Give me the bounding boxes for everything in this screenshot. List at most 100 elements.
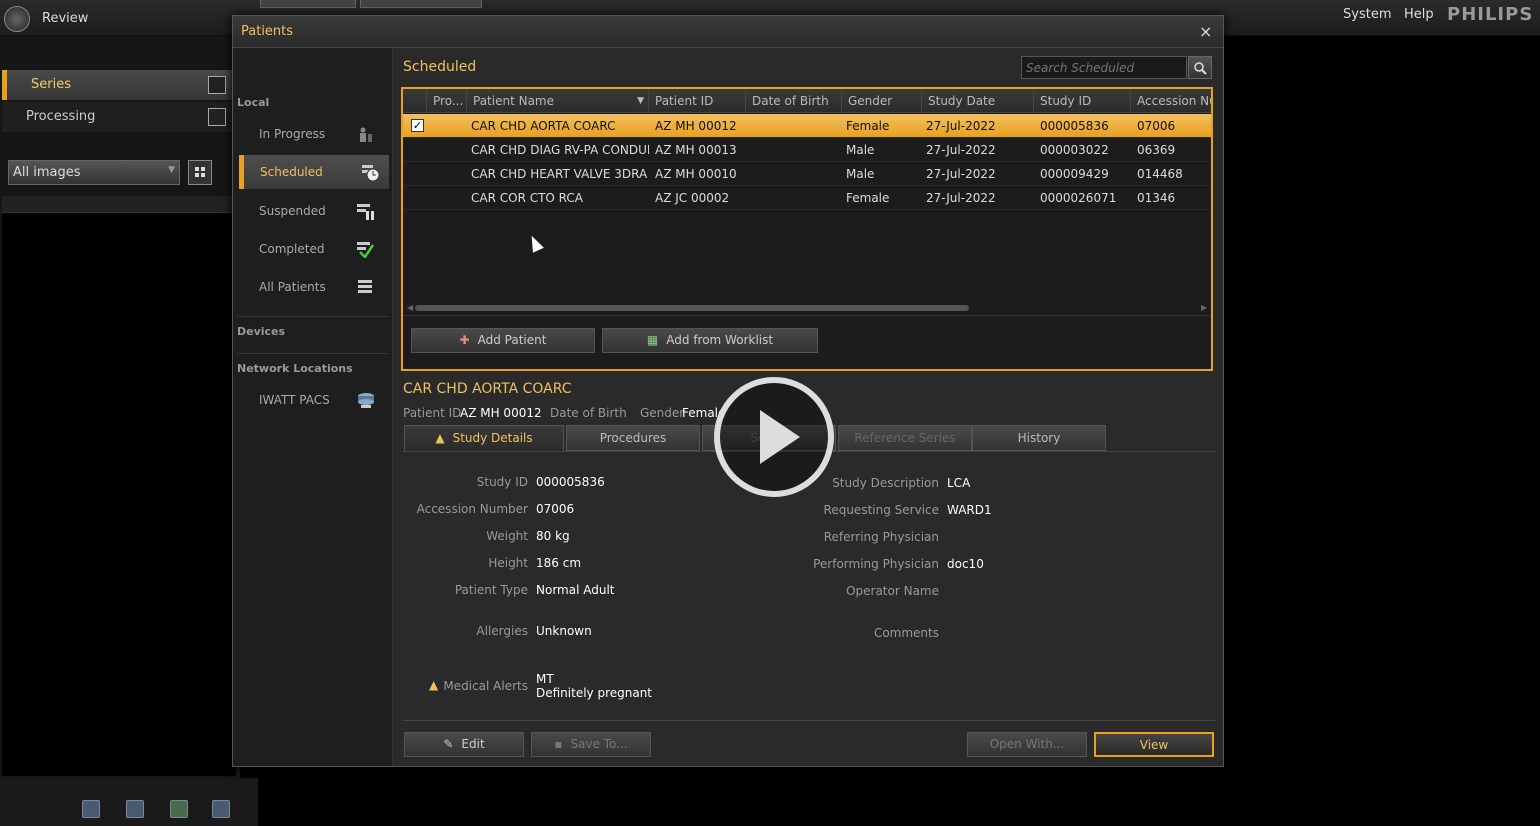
divider [237, 316, 389, 317]
add-worklist-label: Add from Worklist [666, 333, 774, 347]
nav-network-header: Network Locations [237, 362, 353, 375]
scroll-left-icon[interactable]: ◀ [407, 303, 413, 312]
column-header[interactable]: Date of Birth [746, 89, 842, 113]
open-with-button[interactable]: Open With... [967, 732, 1087, 757]
patient-id-label: Patient ID [403, 406, 462, 420]
edit-label: Edit [461, 737, 485, 751]
column-header[interactable]: Patient ID [649, 89, 746, 113]
row-checkbox[interactable]: ✓ [411, 119, 424, 132]
field-label: Study ID [476, 475, 528, 489]
column-header[interactable]: Accession Nu [1131, 89, 1211, 113]
tab-study-details[interactable]: ▲ Study Details [404, 425, 564, 451]
completed-check-icon [357, 242, 374, 258]
nav-local-header: Local [237, 96, 270, 109]
scroll-right-icon[interactable]: ▶ [1201, 303, 1207, 312]
cell-patient-name: CAR CHD DIAG RV-PA CONDUIT [471, 143, 649, 157]
worklist-icon: ▦ [646, 333, 659, 347]
grid-view-icon[interactable] [188, 160, 212, 185]
print-icon[interactable] [170, 800, 188, 818]
cell-study-date: 27-Jul-2022 [926, 119, 996, 133]
field-label: Patient Type [454, 583, 528, 597]
cell-patient-id: AZ JC 00002 [655, 191, 730, 205]
save-to-button[interactable]: ▪ Save To... [531, 732, 651, 757]
field-value: 186 cm [536, 556, 582, 570]
list-icon [358, 280, 372, 293]
nav-item-suspended[interactable]: Suspended [239, 194, 389, 228]
export-icon[interactable] [212, 800, 230, 818]
processing-icon [208, 108, 226, 126]
cell-study-date: 27-Jul-2022 [926, 191, 996, 205]
nav-item-all-patients[interactable]: All Patients [239, 270, 389, 304]
gender-label: Gender [640, 406, 685, 420]
document-icon[interactable] [126, 800, 144, 818]
column-header[interactable]: Pro... [427, 89, 467, 113]
help-menu[interactable]: Help [1404, 7, 1434, 22]
edit-button[interactable]: ✎ Edit [404, 732, 524, 757]
section-title: Scheduled [403, 59, 477, 75]
nav-item-iwatt-pacs[interactable]: IWATT PACS [239, 383, 389, 417]
horizontal-scrollbar[interactable] [415, 305, 969, 311]
column-header[interactable]: Patient Name ▼ [467, 89, 649, 113]
play-icon [760, 410, 800, 464]
search-input[interactable] [1021, 56, 1187, 79]
nav-item-in-progress[interactable]: In Progress [239, 117, 389, 151]
cell-study-id: 000003022 [1040, 143, 1109, 157]
tab-history[interactable]: History [972, 425, 1106, 451]
image-filter-value: All images [13, 165, 81, 180]
tab-reference-series[interactable]: Reference Series [838, 425, 972, 451]
cell-patient-id: AZ MH 00010 [655, 167, 737, 181]
add-from-worklist-button[interactable]: ▦ Add from Worklist [602, 328, 818, 353]
field-value: Normal Adult [536, 583, 615, 597]
app-tab[interactable] [360, 0, 482, 8]
cell-patient-id: AZ MH 00012 [655, 119, 737, 133]
cell-gender: Female [846, 119, 890, 133]
table-row[interactable]: CAR COR CTO RCA AZ JC 00002 Female 27-Ju… [403, 186, 1211, 210]
add-patient-button[interactable]: ✚ Add Patient [411, 328, 595, 353]
save-icon: ▪ [554, 737, 563, 751]
cell-patient-name: CAR CHD HEART VALVE 3DRA ... [471, 167, 649, 181]
table-row[interactable]: CAR CHD DIAG RV-PA CONDUIT AZ MH 00013 M… [403, 138, 1211, 162]
cell-patient-name: CAR CHD AORTA COARC [471, 119, 616, 133]
field-label: Performing Physician [813, 557, 939, 571]
system-menu[interactable]: System [1343, 7, 1391, 22]
divider [403, 720, 1215, 721]
image-filter-select[interactable]: All images ▼ [8, 160, 180, 185]
nav-item-completed[interactable]: Completed [239, 232, 389, 266]
series-tab[interactable]: Series [2, 70, 232, 100]
pencil-icon: ✎ [443, 737, 454, 751]
column-header-label: Patient Name [473, 94, 554, 108]
add-person-icon: ✚ [459, 333, 470, 347]
nav-item-label: Scheduled [260, 165, 323, 179]
close-icon[interactable]: × [1199, 22, 1212, 41]
app-logo-icon[interactable] [4, 6, 30, 32]
play-video-button[interactable] [714, 377, 834, 497]
table-row[interactable]: ✓ CAR CHD AORTA COARC AZ MH 00012 Female… [403, 114, 1211, 138]
column-header[interactable]: Study Date [922, 89, 1034, 113]
column-header-check [403, 89, 427, 113]
search-icon[interactable] [1188, 56, 1212, 79]
tab-procedures[interactable]: Procedures [566, 425, 700, 451]
field-value: doc10 [947, 557, 984, 571]
chevron-down-icon: ▼ [168, 165, 175, 175]
nav-item-scheduled[interactable]: Scheduled [239, 155, 389, 189]
divider [237, 353, 389, 354]
app-title: Review [42, 11, 89, 26]
series-icon [208, 76, 226, 94]
cell-gender: Male [846, 167, 875, 181]
cell-patient-id: AZ MH 00013 [655, 143, 737, 157]
cell-study-id: 0000026071 [1040, 191, 1117, 205]
field-label: Allergies [476, 624, 528, 638]
column-header[interactable]: Study ID [1034, 89, 1131, 113]
app-tab[interactable] [260, 0, 356, 8]
save-icon[interactable] [82, 800, 100, 818]
nav-item-label: In Progress [259, 127, 326, 141]
processing-tab[interactable]: Processing [2, 102, 232, 132]
view-button[interactable]: View [1094, 732, 1214, 757]
dialog-title: Patients [241, 24, 294, 39]
series-label: Series [31, 77, 71, 92]
brand-logo: PHILIPS [1447, 4, 1534, 25]
patient-name-heading: CAR CHD AORTA COARC [403, 381, 572, 397]
column-header[interactable]: Gender [842, 89, 922, 113]
table-row[interactable]: CAR CHD HEART VALVE 3DRA ... AZ MH 00010… [403, 162, 1211, 186]
patient-id-value: AZ MH 00012 [460, 406, 542, 420]
